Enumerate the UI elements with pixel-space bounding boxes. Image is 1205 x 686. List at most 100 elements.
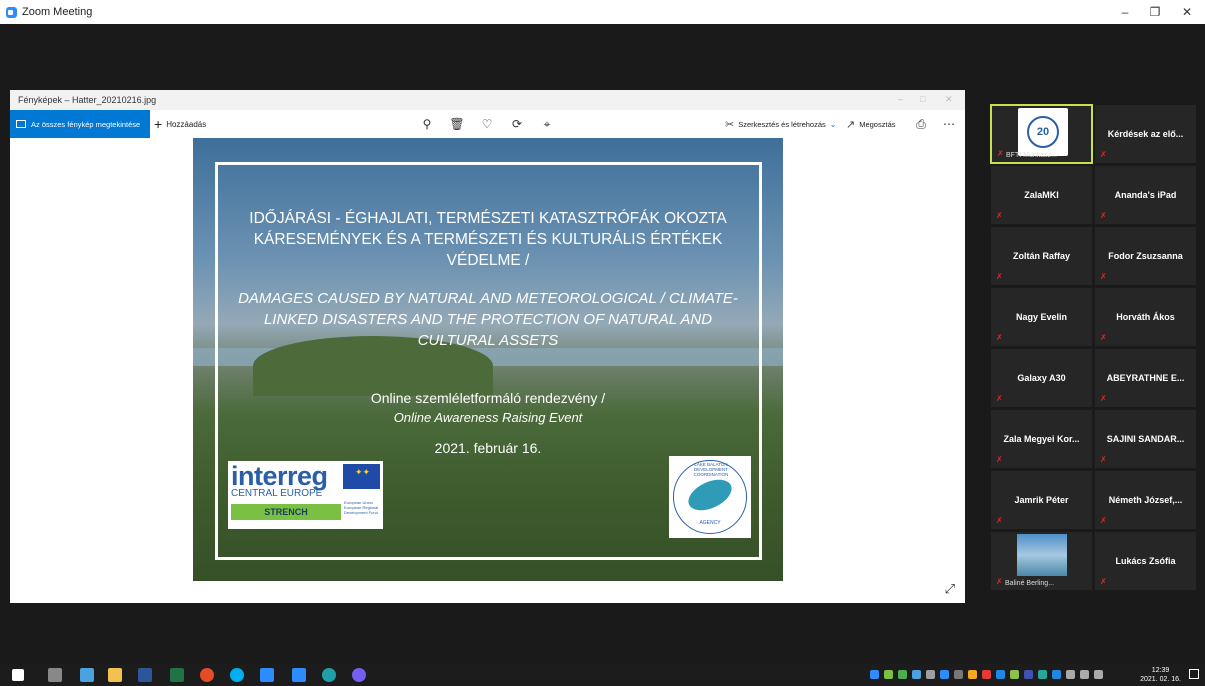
excel-icon[interactable] bbox=[170, 668, 184, 682]
anniversary-logo: 20 bbox=[1027, 116, 1059, 148]
participant-tile[interactable]: Galaxy A30 ✗ bbox=[990, 348, 1093, 408]
delete-icon[interactable]: 🗑 bbox=[448, 115, 466, 133]
tray-app-icon[interactable] bbox=[954, 670, 963, 679]
participant-name: Kérdések az elő... bbox=[1107, 129, 1184, 139]
zoom-in-icon[interactable]: ⚲ bbox=[418, 115, 436, 133]
participant-name: Baliné Berling... bbox=[1005, 580, 1055, 587]
print-icon[interactable]: ⎙ bbox=[912, 115, 930, 133]
file-explorer-icon[interactable] bbox=[108, 668, 122, 682]
tray-app-icon[interactable] bbox=[968, 670, 977, 679]
muted-mic-icon: ✗ bbox=[1100, 150, 1107, 159]
tray-app-icon[interactable] bbox=[982, 670, 991, 679]
balaton-agency-logo: LAKE BALATON DEVELOPMENT COORDINATION AG… bbox=[669, 456, 751, 538]
photos-close-button[interactable]: ✕ bbox=[945, 94, 953, 105]
participant-tile[interactable]: 20 ✗ BFTI Munkasz... bbox=[990, 104, 1093, 164]
participant-tile[interactable]: Lukács Zsófia ✗ bbox=[1094, 531, 1197, 591]
tray-network-icon[interactable] bbox=[1080, 670, 1089, 679]
participant-tile[interactable]: Zoltán Raffay ✗ bbox=[990, 226, 1093, 286]
add-label: Hozzáadás bbox=[166, 119, 207, 129]
minimize-button[interactable]: – bbox=[1110, 0, 1140, 24]
participant-tile[interactable]: Ananda's iPad ✗ bbox=[1094, 165, 1197, 225]
participant-name: Horváth Ákos bbox=[1116, 312, 1175, 322]
tray-mic-icon[interactable] bbox=[926, 670, 935, 679]
participant-tile[interactable]: ✗ Baliné Berling... bbox=[990, 531, 1093, 591]
participant-tile[interactable]: Jamrik Péter ✗ bbox=[990, 470, 1093, 530]
photo-viewer: IDŐJÁRÁSI - ÉGHAJLATI, TERMÉSZETI KATASZ… bbox=[10, 138, 965, 603]
strench-label: STRENCH bbox=[231, 504, 341, 520]
edit-create-label: Szerkesztés és létrehozás bbox=[738, 119, 826, 129]
participant-tile[interactable]: ABEYRATHNE E... ✗ bbox=[1094, 348, 1197, 408]
muted-mic-icon: ✗ bbox=[1100, 333, 1107, 342]
tray-app-icon[interactable] bbox=[1038, 670, 1047, 679]
zoom-taskbar-icon[interactable] bbox=[292, 668, 306, 682]
muted-mic-icon: ✗ bbox=[1100, 211, 1107, 220]
tray-app-icon[interactable] bbox=[940, 670, 949, 679]
tray-app-icon[interactable] bbox=[1066, 670, 1075, 679]
muted-mic-icon: ✗ bbox=[1100, 455, 1107, 464]
outlook-icon[interactable] bbox=[260, 668, 274, 682]
lbdc-ring-text: LAKE BALATON DEVELOPMENT COORDINATION bbox=[693, 462, 729, 477]
favorite-icon[interactable]: ♡ bbox=[478, 115, 496, 133]
participant-panel: 20 ✗ BFTI Munkasz... Kérdések az elő... … bbox=[990, 104, 1197, 591]
window-title: Zoom Meeting bbox=[22, 6, 93, 18]
muted-mic-icon: ✗ bbox=[996, 333, 1003, 342]
lbdc-agency: AGENCY bbox=[699, 520, 721, 526]
tray-app-icon[interactable] bbox=[912, 670, 921, 679]
participant-name: BFTI Munkasz... bbox=[1006, 152, 1057, 159]
close-button[interactable]: ✕ bbox=[1172, 0, 1202, 24]
task-view-icon[interactable] bbox=[48, 668, 62, 682]
interreg-central-europe: CENTRAL EUROPE bbox=[231, 488, 323, 499]
start-icon[interactable] bbox=[12, 669, 24, 681]
clock-date: 2021. 02. 16. bbox=[1140, 676, 1181, 683]
skype-icon[interactable] bbox=[230, 668, 244, 682]
tray-app-icon[interactable] bbox=[898, 670, 907, 679]
participant-tile[interactable]: Horváth Ákos ✗ bbox=[1094, 287, 1197, 347]
slide-event-english: Online Awareness Raising Event bbox=[393, 410, 583, 425]
participant-tile[interactable]: SAJINI SANDAR... ✗ bbox=[1094, 409, 1197, 469]
participant-tile[interactable]: Kérdések az elő... ✗ bbox=[1094, 104, 1197, 164]
crop-icon[interactable]: ⌖ bbox=[538, 115, 556, 133]
share-label: Megosztás bbox=[859, 119, 896, 129]
word-icon[interactable] bbox=[138, 668, 152, 682]
participant-tile[interactable]: Nagy Evelin ✗ bbox=[990, 287, 1093, 347]
shared-slide-image: IDŐJÁRÁSI - ÉGHAJLATI, TERMÉSZETI KATASZ… bbox=[193, 138, 783, 581]
tray-bluetooth-icon[interactable] bbox=[1052, 670, 1061, 679]
participant-name: Fodor Zsuzsanna bbox=[1108, 251, 1183, 261]
participant-name: ZalaMKI bbox=[1024, 190, 1059, 200]
tray-volume-icon[interactable] bbox=[1094, 670, 1103, 679]
add-button[interactable]: + Hozzáadás bbox=[154, 110, 206, 138]
taskbar-clock[interactable]: 12:39 2021. 02. 16. bbox=[1140, 666, 1181, 684]
expand-icon[interactable]: ⤢ bbox=[945, 581, 955, 597]
calculator-icon[interactable] bbox=[80, 668, 94, 682]
participant-name: Lukács Zsófia bbox=[1115, 556, 1176, 566]
participant-tile[interactable]: Fodor Zsuzsanna ✗ bbox=[1094, 226, 1197, 286]
photos-maximize-button[interactable]: □ bbox=[920, 94, 925, 104]
muted-mic-icon: ✗ bbox=[1100, 272, 1107, 281]
notification-icon[interactable] bbox=[1189, 669, 1199, 679]
participant-name: ABEYRATHNE E... bbox=[1106, 373, 1185, 383]
tray-app-icon[interactable] bbox=[996, 670, 1005, 679]
participant-tile[interactable]: ZalaMKI ✗ bbox=[990, 165, 1093, 225]
tray-zoom-icon[interactable] bbox=[870, 670, 879, 679]
edge-icon[interactable] bbox=[322, 668, 336, 682]
participant-tile[interactable]: Zala Megyei Kor... ✗ bbox=[990, 409, 1093, 469]
participant-name: Galaxy A30 bbox=[1017, 373, 1066, 383]
all-photos-button[interactable]: Az összes fénykép megtekintése bbox=[10, 110, 150, 138]
tray-app-icon[interactable] bbox=[1010, 670, 1019, 679]
participant-name: Németh József,... bbox=[1108, 495, 1183, 505]
edit-create-button[interactable]: ✂ Szerkesztés és létrehozás ⌄ bbox=[725, 110, 836, 138]
tray-app-icon[interactable] bbox=[884, 670, 893, 679]
shared-photos-window: Fényképek – Hatter_20210216.jpg – □ ✕ Az… bbox=[10, 90, 965, 603]
viber-icon[interactable] bbox=[352, 668, 366, 682]
muted-mic-icon: ✗ bbox=[996, 577, 1003, 586]
slide-event-hungarian: Online szemléletformáló rendezvény / bbox=[370, 390, 606, 406]
rotate-icon[interactable]: ⟳ bbox=[508, 115, 526, 133]
tray-app-icon[interactable] bbox=[1024, 670, 1033, 679]
slide-title-hungarian: IDŐJÁRÁSI - ÉGHAJLATI, TERMÉSZETI KATASZ… bbox=[249, 210, 727, 269]
photos-minimize-button[interactable]: – bbox=[898, 94, 903, 104]
share-button[interactable]: ↗ Megosztás bbox=[846, 110, 896, 138]
chrome-icon[interactable] bbox=[200, 668, 214, 682]
maximize-button[interactable]: ❐ bbox=[1140, 0, 1170, 24]
participant-tile[interactable]: Németh József,... ✗ bbox=[1094, 470, 1197, 530]
more-options-icon[interactable]: ⋯ bbox=[940, 115, 958, 133]
